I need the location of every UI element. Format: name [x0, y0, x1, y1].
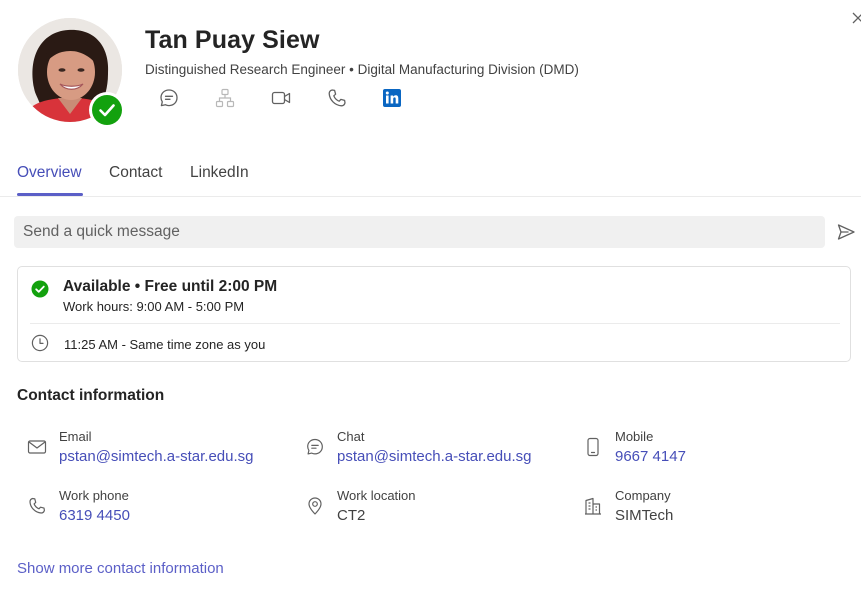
field-label: Work phone [59, 488, 129, 503]
mail-icon [27, 440, 47, 454]
tabs-divider [0, 196, 861, 197]
show-more-contact-link[interactable]: Show more contact information [17, 560, 224, 577]
location-icon [308, 497, 322, 515]
contact-section-title: Contact information [17, 387, 165, 404]
field-label: Company [615, 488, 671, 503]
mobile-link[interactable]: 9667 4147 [615, 448, 686, 465]
video-call-icon [271, 91, 291, 105]
chat-icon [160, 89, 178, 107]
phone-icon [328, 89, 346, 107]
availability-text: Available • Free until 2:00 PM [63, 278, 278, 295]
tab-linkedin[interactable]: LinkedIn [190, 164, 249, 182]
work-phone-link[interactable]: 6319 4450 [59, 507, 130, 524]
tab-bar: Overview Contact LinkedIn [0, 160, 861, 198]
tab-overview[interactable]: Overview [17, 164, 82, 182]
tab-contact[interactable]: Contact [109, 164, 162, 182]
org-chart-button[interactable] [214, 87, 236, 109]
field-label: Email [59, 429, 92, 444]
work-location-value: CT2 [337, 507, 366, 524]
work-hours: Work hours: 9:00 AM - 5:00 PM [63, 299, 245, 314]
mobile-icon [587, 437, 599, 457]
chat-button[interactable] [158, 87, 180, 109]
profile-subtitle: Distinguished Research Engineer • Digita… [145, 62, 579, 77]
close-icon [852, 12, 861, 24]
checkmark-icon [99, 104, 115, 117]
field-label: Mobile [615, 429, 654, 444]
quick-message-input[interactable] [14, 216, 825, 248]
linkedin-button[interactable] [381, 87, 403, 109]
linkedin-icon [383, 89, 401, 107]
card-divider [30, 323, 840, 324]
profile-name: Tan Puay Siew [145, 26, 320, 54]
email-link[interactable]: pstan@simtech.a-star.edu.sg [59, 448, 254, 465]
available-status-icon [31, 280, 49, 298]
local-time: 11:25 AM - Same time zone as you [64, 337, 266, 352]
call-button[interactable] [326, 87, 348, 109]
close-button[interactable] [848, 8, 861, 28]
building-icon [585, 497, 601, 515]
clock-icon [31, 334, 49, 352]
send-button[interactable] [836, 222, 856, 242]
presence-badge [89, 92, 125, 128]
chat-icon [307, 438, 323, 455]
status-card: Available • Free until 2:00 PM Work hour… [17, 266, 851, 362]
contact-card: Tan Puay Siew Distinguished Research Eng… [0, 0, 861, 601]
field-label: Work location [337, 488, 416, 503]
video-call-button[interactable] [270, 87, 292, 109]
field-label: Chat [337, 429, 365, 444]
org-chart-icon [215, 88, 235, 108]
phone-icon [29, 497, 45, 514]
company-value: SIMTech [615, 507, 674, 524]
chat-link[interactable]: pstan@simtech.a-star.edu.sg [337, 448, 532, 465]
send-icon [837, 224, 855, 240]
